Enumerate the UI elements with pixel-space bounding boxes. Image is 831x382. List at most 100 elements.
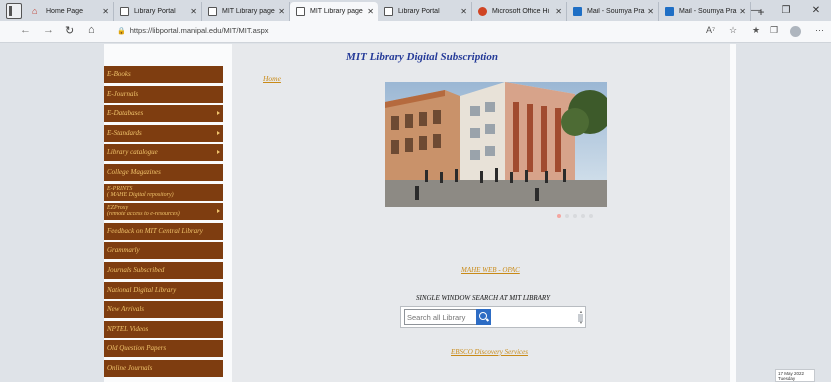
carousel-dot[interactable] bbox=[589, 214, 593, 218]
close-tab-icon[interactable]: ✕ bbox=[460, 7, 467, 16]
menu-item-e-databases[interactable]: E-Databases bbox=[104, 105, 223, 123]
scroll-down-icon[interactable]: ▼ bbox=[579, 320, 583, 325]
tab-actions-icon[interactable] bbox=[6, 3, 22, 19]
minimize-icon[interactable]: — bbox=[741, 5, 771, 16]
library-search-widget: ▲ ▼ bbox=[400, 306, 586, 328]
tab-label: Library Portal bbox=[134, 8, 176, 15]
tab-mail-1[interactable]: Mail - Soumya Pra ✕ bbox=[567, 2, 659, 21]
carousel-dot[interactable] bbox=[581, 214, 585, 218]
campus-building-photo bbox=[385, 82, 607, 207]
window-controls: — ❐ ✕ bbox=[741, 0, 831, 21]
carousel-dot[interactable] bbox=[573, 214, 577, 218]
read-aloud-icon[interactable]: A⁷ bbox=[706, 25, 715, 35]
tab-label: Microsoft Office Hi bbox=[492, 8, 550, 15]
profile-avatar[interactable] bbox=[790, 26, 801, 37]
menu-item-label: E-Standards bbox=[107, 128, 142, 137]
search-button[interactable] bbox=[476, 309, 491, 325]
menu-item-old-question-papers[interactable]: Old Question Papers bbox=[104, 340, 223, 358]
home-icon: ⌂ bbox=[32, 6, 38, 16]
page-icon bbox=[208, 7, 217, 16]
menu-item-online-journals[interactable]: Online Journals bbox=[104, 359, 223, 377]
menu-item-e-journals[interactable]: E-Journals bbox=[104, 85, 223, 103]
tab-label: Library Portal bbox=[398, 8, 440, 15]
menu-item-feedback[interactable]: Feedback on MIT Central Library bbox=[104, 222, 223, 240]
tab-strip: ⌂ Home Page ✕ Library Portal ✕ MIT Libra… bbox=[0, 0, 831, 21]
menu-item-label: E-Databases bbox=[107, 109, 144, 118]
lock-icon: 🔒 bbox=[117, 28, 126, 35]
home-link[interactable]: Home bbox=[263, 74, 281, 83]
menu-item-nptel-videos[interactable]: NPTEL Videos bbox=[104, 320, 223, 338]
menu-item-e-prints[interactable]: E-PRINTS( MAHE Digital repository) bbox=[104, 183, 223, 201]
menu-item-e-books[interactable]: E-Books bbox=[104, 66, 223, 83]
menu-item-national-digital-library[interactable]: National Digital Library bbox=[104, 281, 223, 299]
url-field[interactable]: 🔒 https://libportal.manipal.edu/MIT/MIT.a… bbox=[117, 26, 269, 35]
tab-label: Mail - Soumya Pra bbox=[587, 8, 645, 15]
page-icon bbox=[296, 7, 305, 16]
menu-item-label: New Arrivals bbox=[107, 305, 145, 314]
menu-item-label: Feedback on MIT Central Library bbox=[107, 226, 203, 235]
page-margin-left bbox=[0, 44, 104, 382]
submenu-arrow-icon bbox=[217, 209, 220, 214]
tab-library-portal-2[interactable]: Library Portal ✕ bbox=[378, 2, 472, 21]
tab-library-portal[interactable]: Library Portal ✕ bbox=[114, 2, 202, 21]
menu-item-label: National Digital Library bbox=[107, 285, 177, 294]
search-input[interactable] bbox=[404, 309, 477, 325]
menu-item-grammarly[interactable]: Grammarly bbox=[104, 242, 223, 260]
favorites-add-icon[interactable]: ☆ bbox=[729, 25, 737, 36]
close-tab-icon[interactable]: ✕ bbox=[102, 7, 109, 16]
tab-microsoft-office[interactable]: Microsoft Office Hi ✕ bbox=[472, 2, 567, 21]
mail-icon bbox=[573, 7, 582, 16]
submenu-arrow-icon bbox=[217, 130, 220, 135]
submenu-arrow-icon bbox=[217, 150, 220, 155]
collections-icon[interactable]: ❐ bbox=[770, 25, 778, 36]
tab-mit-library-page[interactable]: MIT Library page ✕ bbox=[202, 2, 290, 21]
close-tab-icon[interactable]: ✕ bbox=[367, 7, 374, 16]
clock-day: Tuesday bbox=[778, 376, 796, 381]
close-tab-icon[interactable]: ✕ bbox=[647, 7, 654, 16]
page-title: MIT Library Digital Subscription bbox=[346, 51, 498, 63]
favorites-icon[interactable]: ★ bbox=[752, 25, 760, 36]
tab-label: MIT Library page bbox=[310, 8, 363, 15]
menu-item-college-magazines[interactable]: College Magazines bbox=[104, 163, 223, 181]
submenu-arrow-icon bbox=[217, 111, 220, 116]
menu-item-library-catalogue[interactable]: Library catalogue bbox=[104, 144, 223, 162]
url-text: https://libportal.manipal.edu/MIT/MIT.as… bbox=[129, 26, 269, 35]
page-icon bbox=[120, 7, 129, 16]
tab-mail-2[interactable]: Mail - Soumya Pra ✕ bbox=[659, 2, 751, 21]
tab-label: MIT Library page bbox=[222, 8, 275, 15]
menu-item-e-standards[interactable]: E-Standards bbox=[104, 124, 223, 142]
more-icon[interactable]: ⋯ bbox=[815, 25, 824, 36]
tab-label: Home Page bbox=[46, 8, 83, 15]
close-window-icon[interactable]: ✕ bbox=[801, 5, 831, 16]
close-tab-icon[interactable]: ✕ bbox=[190, 7, 197, 16]
menu-item-label: NPTEL Videos bbox=[107, 324, 149, 333]
tab-label: Mail - Soumya Pra bbox=[679, 8, 737, 15]
address-bar-row: ← → ↻ ⌂ 🔒 https://libportal.manipal.edu/M… bbox=[0, 21, 831, 43]
carousel-dot[interactable] bbox=[565, 214, 569, 218]
mahe-web-opac-link[interactable]: MAHE WEB - OPAC bbox=[461, 266, 520, 274]
close-tab-icon[interactable]: ✕ bbox=[555, 7, 562, 16]
tab-home-page[interactable]: ⌂ Home Page ✕ bbox=[26, 2, 114, 21]
taskbar-clock[interactable]: 17 May 2022 Tuesday bbox=[775, 369, 815, 382]
ebsco-discovery-link[interactable]: EBSCO Discovery Services bbox=[451, 348, 528, 356]
carousel-dot[interactable] bbox=[557, 214, 561, 218]
menu-item-sublabel: ( MAHE Digital repository) bbox=[107, 191, 174, 198]
close-tab-icon[interactable]: ✕ bbox=[278, 7, 285, 16]
tab-mit-library-page-active[interactable]: MIT Library page ✕ bbox=[290, 2, 378, 21]
menu-item-ezproxy[interactable]: EZProxy (remote access to e-resources) bbox=[104, 203, 223, 221]
menu-item-label: E-Journals bbox=[107, 89, 139, 98]
menu-item-label: Old Question Papers bbox=[107, 344, 167, 353]
single-window-search-label: SINGLE WINDOW SEARCH AT MIT LIBRARY bbox=[416, 294, 550, 302]
restore-icon[interactable]: ❐ bbox=[771, 5, 801, 16]
menu-item-journals-subscribed[interactable]: Journals Subscribed bbox=[104, 261, 223, 279]
forward-icon[interactable]: → bbox=[43, 24, 54, 36]
mail-icon bbox=[665, 7, 674, 16]
page-margin-right bbox=[736, 44, 831, 382]
home-icon[interactable]: ⌂ bbox=[88, 24, 95, 36]
back-icon[interactable]: ← bbox=[20, 24, 31, 36]
campus-photo-carousel[interactable] bbox=[385, 82, 607, 207]
office-icon bbox=[478, 7, 487, 16]
page-icon bbox=[384, 7, 393, 16]
refresh-icon[interactable]: ↻ bbox=[65, 24, 74, 37]
menu-item-new-arrivals[interactable]: New Arrivals bbox=[104, 301, 223, 319]
